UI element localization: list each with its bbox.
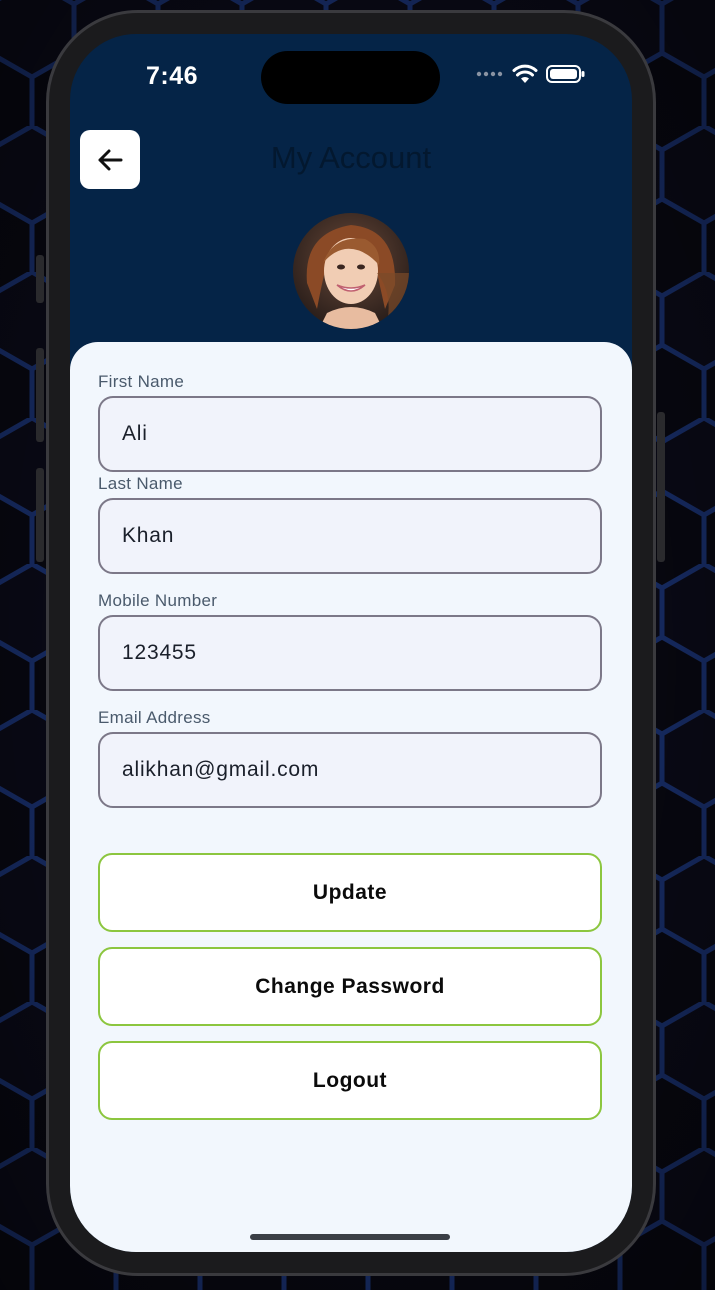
wifi-icon: [512, 64, 538, 83]
dynamic-island: [261, 51, 440, 104]
home-indicator[interactable]: [250, 1234, 450, 1240]
signal-dots-icon: [476, 71, 503, 77]
logout-button[interactable]: Logout: [98, 1041, 602, 1120]
first-name-field[interactable]: [98, 396, 602, 472]
last-name-field[interactable]: [98, 498, 602, 574]
status-icons: [476, 64, 586, 84]
page-title: My Account: [270, 140, 432, 175]
email-address-field[interactable]: [98, 732, 602, 808]
change-password-button[interactable]: Change Password: [98, 947, 602, 1026]
phone-volume-down: [36, 468, 44, 562]
battery-icon: [546, 65, 585, 83]
account-form-card: First Name Last Name Mobile Number Email…: [70, 342, 632, 1252]
update-button[interactable]: Update: [98, 853, 602, 932]
avatar[interactable]: [293, 213, 409, 329]
status-time: 7:46: [146, 62, 199, 90]
phone-volume-up: [36, 348, 44, 442]
mobile-number-label: Mobile Number: [98, 591, 218, 610]
profile-photo: [293, 213, 409, 329]
email-address-label: Email Address: [98, 708, 211, 727]
phone-silent-switch: [36, 255, 44, 303]
mobile-number-field[interactable]: [98, 615, 602, 691]
last-name-label: Last Name: [98, 474, 183, 493]
phone-power-button: [657, 412, 665, 562]
first-name-label: First Name: [98, 372, 185, 391]
app-screen: 7:46 My Account First Name Ali Last Name…: [70, 34, 632, 1252]
